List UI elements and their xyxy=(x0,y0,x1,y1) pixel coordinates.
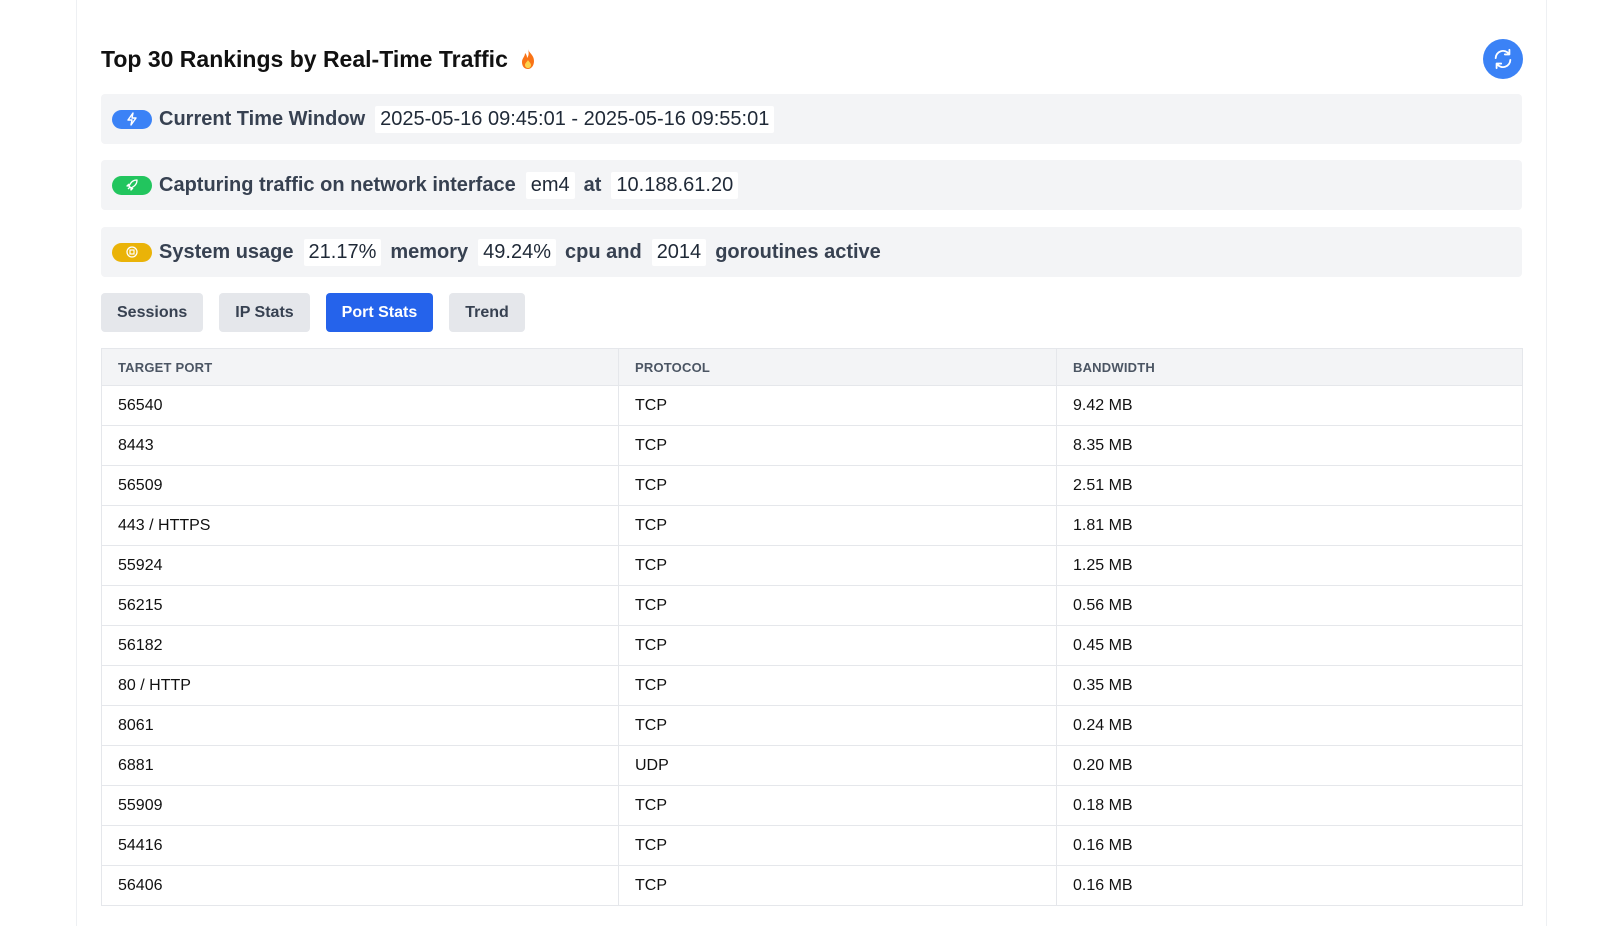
bandwidth-cell: 0.45 MB xyxy=(1056,625,1523,666)
tab-ip-stats[interactable]: IP Stats xyxy=(219,293,310,332)
table-row: 56182 TCP 0.45 MB xyxy=(101,625,1523,666)
main-card: Top 30 Rankings by Real-Time Traffic Cur… xyxy=(76,0,1547,926)
protocol-cell: TCP xyxy=(618,585,1057,626)
flame-icon xyxy=(518,48,538,70)
column-header-bandwidth[interactable]: BANDWIDTH xyxy=(1056,348,1523,386)
tab-sessions[interactable]: Sessions xyxy=(101,293,204,332)
time-window-bar: Current Time Window 2025-05-16 09:45:01 … xyxy=(101,94,1522,144)
bandwidth-cell: 0.20 MB xyxy=(1056,745,1523,786)
table-row: 54416 TCP 0.16 MB xyxy=(101,825,1523,866)
table-row: 56215 TCP 0.56 MB xyxy=(101,585,1523,626)
tab-bar: Sessions IP Stats Port Stats Trend xyxy=(101,293,541,332)
target-port-cell: 54416 xyxy=(101,825,619,866)
cpu-label: cpu and xyxy=(565,240,642,263)
time-window-value: 2025-05-16 09:45:01 - 2025-05-16 09:55:0… xyxy=(375,105,775,133)
table-row: 55909 TCP 0.18 MB xyxy=(101,785,1523,826)
capture-label: Capturing traffic on network interface xyxy=(159,173,516,196)
target-port-cell: 56406 xyxy=(101,865,619,906)
bandwidth-cell: 0.18 MB xyxy=(1056,785,1523,826)
system-usage-bar: System usage 21.17% memory 49.24% cpu an… xyxy=(101,227,1522,277)
table-row: 56509 TCP 2.51 MB xyxy=(101,465,1523,506)
column-header-protocol[interactable]: PROTOCOL xyxy=(618,348,1057,386)
target-port-cell: 56509 xyxy=(101,465,619,506)
column-header-target-port[interactable]: TARGET PORT xyxy=(101,348,619,386)
goroutines-value: 2014 xyxy=(651,238,707,266)
target-port-cell: 6881 xyxy=(101,745,619,786)
tab-trend[interactable]: Trend xyxy=(449,293,525,332)
table-header-row: TARGET PORT PROTOCOL BANDWIDTH xyxy=(101,348,1523,386)
table-row: 56540 TCP 9.42 MB xyxy=(101,385,1523,426)
target-port-cell: 55924 xyxy=(101,545,619,586)
refresh-button[interactable] xyxy=(1483,39,1523,79)
page-title: Top 30 Rankings by Real-Time Traffic xyxy=(101,45,508,72)
bandwidth-cell: 8.35 MB xyxy=(1056,425,1523,466)
refresh-icon xyxy=(1492,48,1514,70)
tab-port-stats[interactable]: Port Stats xyxy=(325,293,434,332)
protocol-cell: TCP xyxy=(618,425,1057,466)
capture-bar: Capturing traffic on network interface e… xyxy=(101,160,1522,210)
table-row: 55924 TCP 1.25 MB xyxy=(101,545,1523,586)
ip-value: 10.188.61.20 xyxy=(611,171,739,199)
bandwidth-cell: 1.81 MB xyxy=(1056,505,1523,546)
target-port-cell: 56215 xyxy=(101,585,619,626)
target-port-cell: 55909 xyxy=(101,785,619,826)
target-port-cell: 56182 xyxy=(101,625,619,666)
protocol-cell: TCP xyxy=(618,385,1057,426)
protocol-cell: TCP xyxy=(618,625,1057,666)
port-stats-table: TARGET PORT PROTOCOL BANDWIDTH 56540 TCP 9… xyxy=(101,348,1523,906)
system-usage-label: System usage xyxy=(159,240,294,263)
target-port-cell: 8443 xyxy=(101,425,619,466)
protocol-cell: TCP xyxy=(618,825,1057,866)
goroutines-label: goroutines active xyxy=(715,240,881,263)
target-port-cell: 80 / HTTP xyxy=(101,665,619,706)
protocol-cell: TCP xyxy=(618,545,1057,586)
bandwidth-cell: 2.51 MB xyxy=(1056,465,1523,506)
protocol-cell: TCP xyxy=(618,505,1057,546)
memory-value: 21.17% xyxy=(303,238,382,266)
title-row: Top 30 Rankings by Real-Time Traffic xyxy=(101,40,538,78)
protocol-cell: TCP xyxy=(618,465,1057,506)
target-port-cell: 443 / HTTPS xyxy=(101,505,619,546)
interface-value: em4 xyxy=(525,171,575,199)
table-row: 80 / HTTP TCP 0.35 MB xyxy=(101,665,1523,706)
protocol-cell: TCP xyxy=(618,705,1057,746)
table-row: 56406 TCP 0.16 MB xyxy=(101,865,1523,906)
memory-label: memory xyxy=(390,240,469,263)
target-port-cell: 56540 xyxy=(101,385,619,426)
cpu-icon xyxy=(112,242,152,262)
bandwidth-cell: 0.16 MB xyxy=(1056,825,1523,866)
table-row: 8443 TCP 8.35 MB xyxy=(101,425,1523,466)
bandwidth-cell: 0.35 MB xyxy=(1056,665,1523,706)
bandwidth-cell: 0.24 MB xyxy=(1056,705,1523,746)
lightning-icon xyxy=(112,109,152,129)
protocol-cell: TCP xyxy=(618,865,1057,906)
table-row: 443 / HTTPS TCP 1.81 MB xyxy=(101,505,1523,546)
target-port-cell: 8061 xyxy=(101,705,619,746)
bandwidth-cell: 0.16 MB xyxy=(1056,865,1523,906)
cpu-value: 49.24% xyxy=(478,238,557,266)
time-window-label: Current Time Window xyxy=(159,107,366,130)
protocol-cell: UDP xyxy=(618,745,1057,786)
bandwidth-cell: 0.56 MB xyxy=(1056,585,1523,626)
at-label: at xyxy=(583,173,602,196)
table-row: 8061 TCP 0.24 MB xyxy=(101,705,1523,746)
bandwidth-cell: 1.25 MB xyxy=(1056,545,1523,586)
protocol-cell: TCP xyxy=(618,785,1057,826)
protocol-cell: TCP xyxy=(618,665,1057,706)
table-row: 6881 UDP 0.20 MB xyxy=(101,745,1523,786)
rocket-icon xyxy=(112,175,152,195)
bandwidth-cell: 9.42 MB xyxy=(1056,385,1523,426)
